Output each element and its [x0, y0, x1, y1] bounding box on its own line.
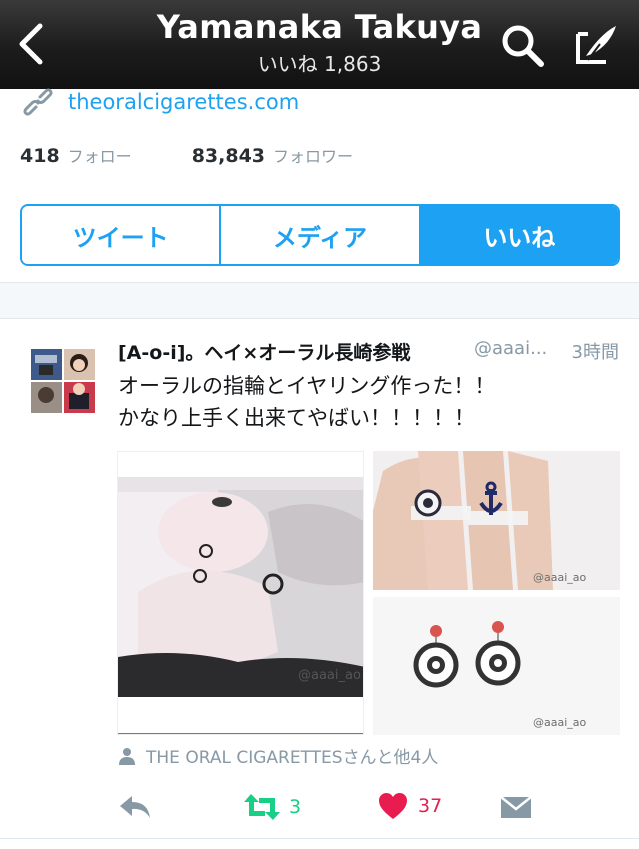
tweet-separator — [0, 838, 639, 839]
following-count: 418 — [20, 145, 60, 167]
profile-stats: 418 フォロー 83,843 フォロワー — [20, 143, 353, 167]
followers-stat[interactable]: 83,843 フォロワー — [192, 143, 353, 167]
person-icon — [119, 747, 135, 765]
followers-count: 83,843 — [191, 145, 266, 167]
media-watermark: @aaai_ao — [298, 668, 361, 683]
tweet-text-line: かなり上手く出来てやばい！！！！！ — [118, 406, 475, 430]
reply-icon — [120, 796, 150, 818]
compose-button[interactable] — [570, 20, 622, 68]
reply-button[interactable] — [118, 794, 152, 820]
earrings-photo — [373, 597, 620, 735]
search-icon — [502, 25, 544, 67]
social-context[interactable]: THE ORAL CIGARETTESさんと他4人 — [118, 743, 438, 768]
tab-likes[interactable]: いいね — [418, 206, 618, 264]
media-photo-rings[interactable]: @aaai_ao — [373, 451, 620, 590]
tab-media[interactable]: メディア — [219, 206, 419, 264]
tweet-text-line: オーラルの指輪とイヤリング作った！！ — [118, 374, 496, 398]
profile-website-link[interactable]: theoralcigarettes.com — [68, 90, 299, 114]
retweet-button[interactable]: 3 — [243, 792, 301, 822]
envelope-icon — [500, 796, 532, 818]
retweet-count: 3 — [289, 796, 302, 818]
tweet-text: オーラルの指輪とイヤリング作った！！ かなり上手く出来てやばい！！！！！ — [118, 370, 495, 434]
heart-icon — [379, 793, 407, 819]
avatar[interactable] — [31, 349, 95, 413]
tweet-author-name[interactable]: [A-o-i]。ヘイ×オーラル長崎参戦 — [118, 338, 410, 365]
rings-photo — [373, 451, 620, 590]
tweet-actions: 3 37 — [0, 788, 639, 828]
selfie-photo — [118, 452, 363, 734]
tweet-media-grid: @aaai_ao @aaai_ao @aaai_ao — [117, 451, 620, 735]
compose-icon — [576, 26, 616, 64]
media-watermark: @aaai_ao — [533, 571, 587, 584]
section-divider — [0, 282, 639, 319]
search-button[interactable] — [499, 22, 547, 68]
profile-website-row[interactable]: theoralcigarettes.com — [22, 86, 299, 118]
following-stat[interactable]: 418 フォロー — [20, 143, 132, 167]
liked-by-text: THE ORAL CIGARETTESさんと他4人 — [146, 748, 439, 768]
media-photo-selfie[interactable]: @aaai_ao — [117, 451, 364, 735]
link-icon — [23, 88, 53, 116]
like-count: 37 — [418, 795, 443, 817]
like-button[interactable]: 37 — [378, 792, 442, 820]
nav-header: Yamanaka Takuya いいね 1,863 — [0, 0, 639, 89]
profile-tabs: ツイート メディア いいね — [20, 204, 620, 266]
tweet-header: [A-o-i]。ヘイ×オーラル長崎参戦 @aaai... 3時間 — [118, 338, 623, 368]
avatar-image — [31, 349, 95, 413]
followers-label: フォロワー — [273, 147, 354, 166]
tab-tweets[interactable]: ツイート — [22, 206, 220, 264]
retweet-icon — [244, 794, 280, 820]
tweet-timestamp[interactable]: 3時間 — [572, 338, 619, 364]
following-label: フォロー — [67, 147, 132, 166]
media-watermark: @aaai_ao — [533, 716, 587, 729]
tweet-author-handle[interactable]: @aaai... — [474, 338, 547, 359]
direct-message-button[interactable] — [500, 794, 532, 820]
media-photo-earrings[interactable]: @aaai_ao — [373, 597, 620, 735]
